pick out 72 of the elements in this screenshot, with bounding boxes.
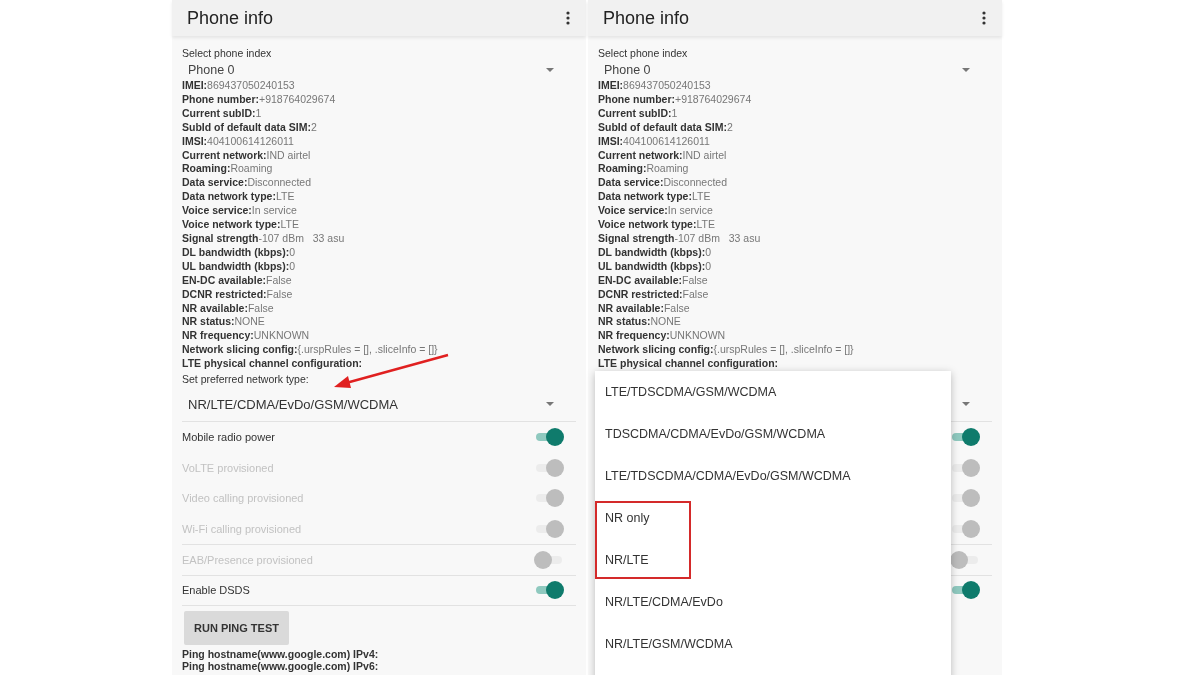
info-line: Signal strength-107 dBm 33 asu <box>598 231 762 246</box>
info-line: Network slicing config:{.urspRules = [], .sliceInfo = []} <box>598 343 855 358</box>
ping-result-label: Ping hostname(www.google.com) IPv4: <box>182 648 380 661</box>
info-line: EN-DC available:False <box>598 273 709 288</box>
info-line: NR status:NONE <box>598 315 682 330</box>
dropdown-caret-icon <box>546 67 554 72</box>
ping-result-label: Ping hostname(www.google.com) IPv6: <box>182 660 380 673</box>
menu-option[interactable]: NR/LTE <box>595 539 951 582</box>
dropdown-caret-icon <box>962 402 970 407</box>
phone-index-label: Select phone index <box>598 46 689 60</box>
info-line: Voice service:In service <box>598 204 714 219</box>
switch-label: Mobile radio power <box>182 431 275 444</box>
info-line: Current subID:1 <box>182 106 263 121</box>
info-line: Roaming:Roaming <box>598 162 690 177</box>
info-line: NR frequency:UNKNOWN <box>598 329 727 344</box>
run-ping-test-button[interactable]: RUN PING TEST <box>184 611 289 646</box>
info-line: SubId of default data SIM:2 <box>182 120 318 135</box>
screen-title: Phone info <box>603 7 690 29</box>
menu-option[interactable]: NR/LTE/CDMA/EvDo <box>595 581 951 624</box>
menu-option[interactable]: NR only <box>595 497 951 540</box>
info-line: Network slicing config:{.urspRules = [], .sliceInfo = []} <box>182 343 439 358</box>
info-line: SubId of default data SIM:2 <box>598 120 734 135</box>
menu-option[interactable]: TDSCDMA/CDMA/EvDo/GSM/WCDMA <box>595 413 951 456</box>
info-line: IMEI:869437050240153 <box>182 79 296 93</box>
info-line: Data service:Disconnected <box>598 176 728 191</box>
info-line: Voice network type:LTE <box>182 218 300 232</box>
menu-option[interactable]: NR/LTE/GSM/WCDMA <box>595 623 951 666</box>
info-line: DL bandwidth (kbps):0 <box>182 245 296 260</box>
info-line: Phone number:+918764029674 <box>182 92 337 107</box>
toggle-switch[interactable] <box>534 581 564 600</box>
preferred-network-label: Set preferred network type: <box>182 372 310 388</box>
info-line: Current network:IND airtel <box>598 148 728 163</box>
phone-index-label: Select phone index <box>182 46 273 60</box>
info-line: NR available:False <box>182 301 275 316</box>
phone-index-dropdown[interactable]: Phone 0 <box>598 60 992 79</box>
info-line: UL bandwidth (kbps):0 <box>182 259 296 274</box>
info-line: NR frequency:UNKNOWN <box>182 329 311 344</box>
info-line: Phone number:+918764029674 <box>598 92 753 107</box>
network-type-dropdown[interactable]: NR/LTE/CDMA/EvDo/GSM/WCDMA <box>182 387 576 423</box>
screen-title: Phone info <box>187 7 274 29</box>
info-line: DL bandwidth (kbps):0 <box>598 245 712 260</box>
dropdown-caret-icon <box>546 402 554 407</box>
info-line: IMSI:404100614126011 <box>598 134 711 149</box>
info-line: Voice network type:LTE <box>598 218 716 232</box>
info-line: Voice service:In service <box>182 204 298 219</box>
info-line: Current network:IND airtel <box>182 148 312 163</box>
info-line: IMSI:404100614126011 <box>182 134 295 149</box>
info-line: DCNR restricted:False <box>182 287 294 302</box>
info-line: NR status:NONE <box>182 315 266 330</box>
info-line: DCNR restricted:False <box>598 287 710 302</box>
menu-option[interactable]: LTE/TDSCDMA/CDMA/EvDo/GSM/WCDMA <box>595 455 951 498</box>
switch-label: Enable DSDS <box>182 584 250 597</box>
menu-option[interactable]: LTE/TDSCDMA/GSM/WCDMA <box>595 371 951 414</box>
info-line: Data network type:LTE <box>182 190 296 205</box>
info-line: UL bandwidth (kbps):0 <box>598 259 712 274</box>
more-options-icon[interactable] <box>982 11 986 25</box>
toggle-switch[interactable] <box>534 428 564 447</box>
info-line: IMEI:869437050240153 <box>598 79 712 93</box>
info-line: LTE physical channel configuration: <box>182 357 364 372</box>
info-line: Data service:Disconnected <box>182 176 312 191</box>
toggle-switch[interactable] <box>950 581 980 600</box>
toggle-switch[interactable] <box>950 428 980 447</box>
info-line: Signal strength-107 dBm 33 asu <box>182 231 346 246</box>
info-line: Roaming:Roaming <box>182 162 274 177</box>
info-line: NR available:False <box>598 301 691 316</box>
info-line: LTE physical channel configuration: <box>598 357 780 372</box>
dropdown-caret-icon <box>962 67 970 72</box>
phone-index-dropdown[interactable]: Phone 0 <box>182 60 576 79</box>
info-line: EN-DC available:False <box>182 273 293 288</box>
info-line: Current subID:1 <box>598 106 679 121</box>
info-line: Data network type:LTE <box>598 190 712 205</box>
more-options-icon[interactable] <box>566 11 570 25</box>
